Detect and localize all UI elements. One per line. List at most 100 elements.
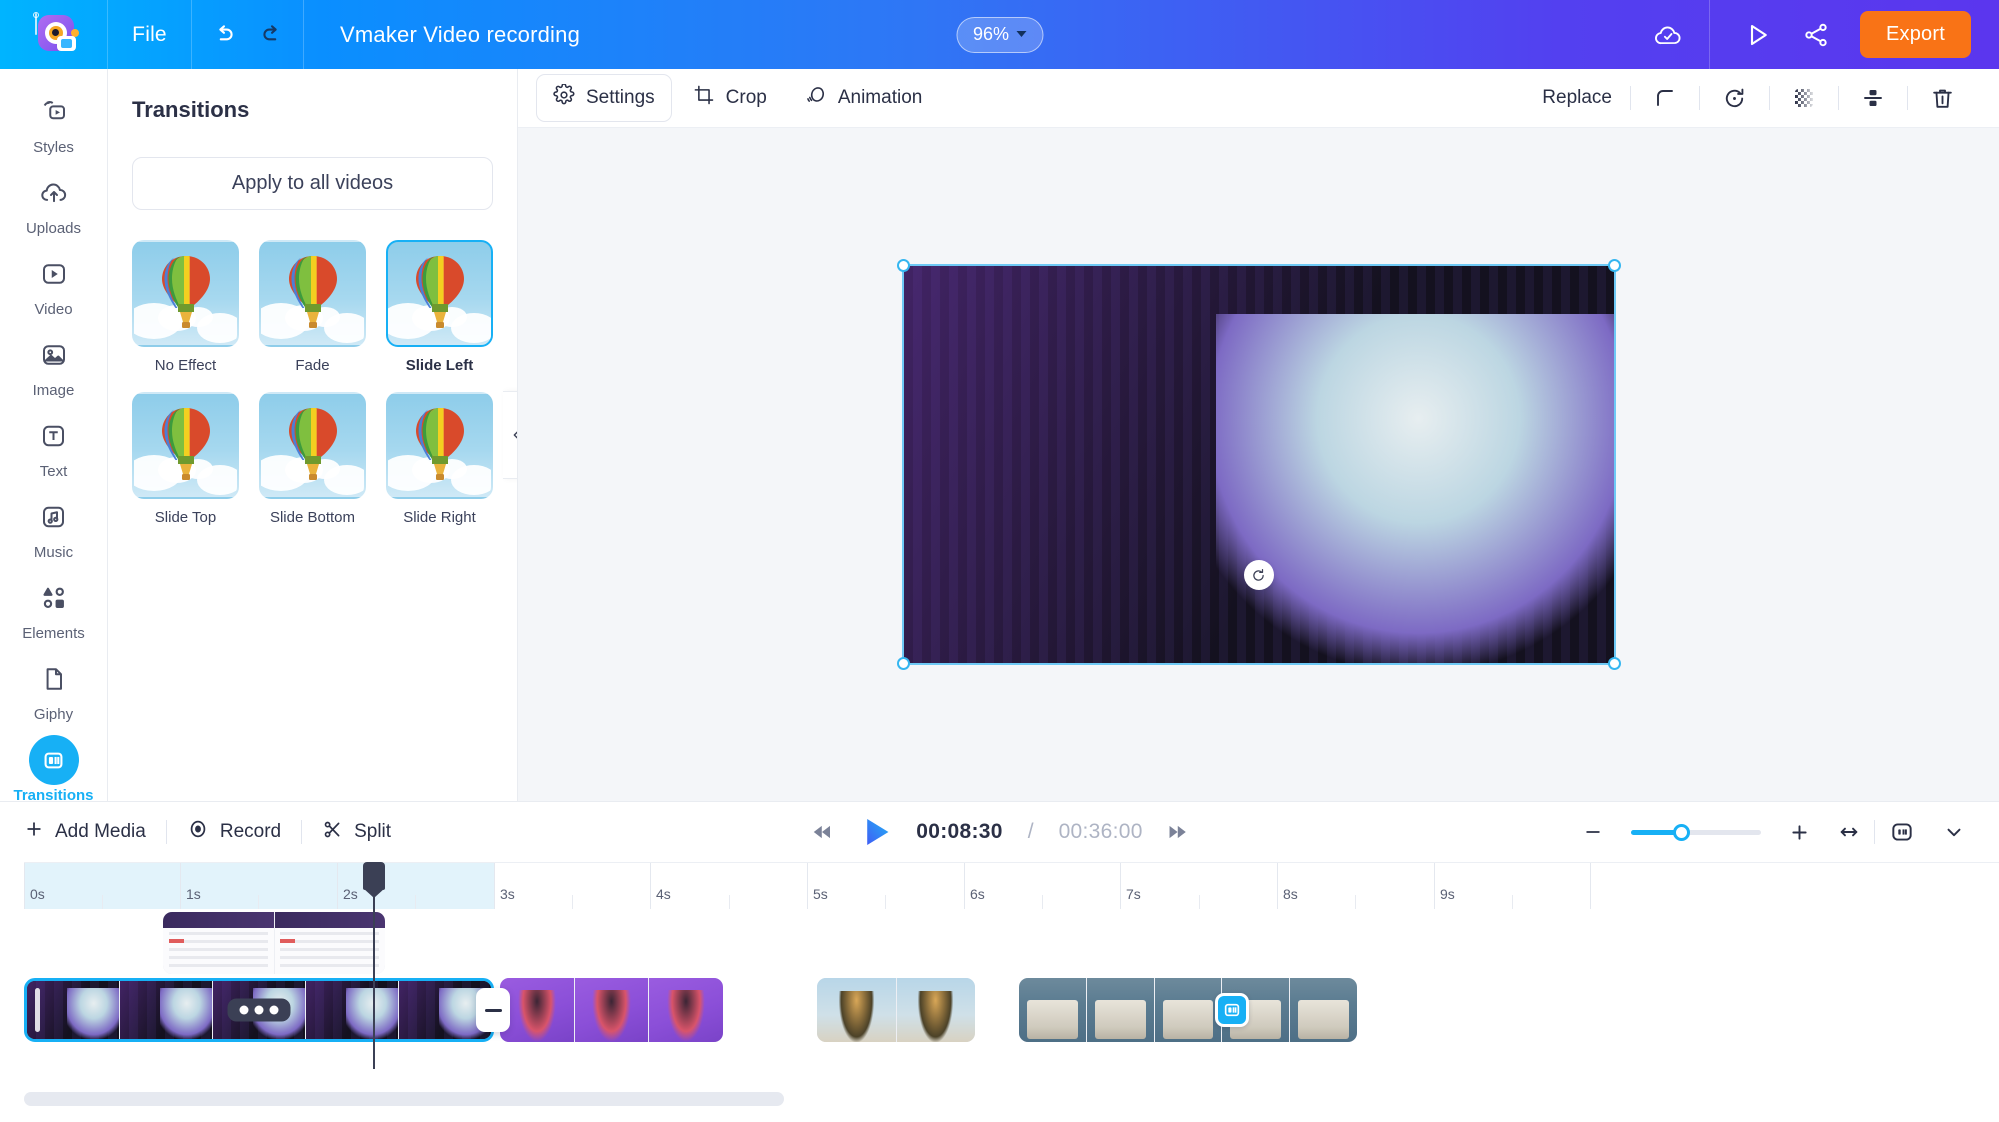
zoom-out-button[interactable] [1569, 822, 1617, 842]
redo-icon[interactable] [259, 22, 285, 48]
timeline-controls: Add Media Record Split 00:08:30 / 00:36:… [0, 802, 1999, 862]
transition-card-slide-right[interactable]: Slide Right [386, 392, 493, 526]
editor-stage: Settings Crop Animation Replace [518, 69, 1999, 801]
file-menu-button[interactable]: File [108, 0, 192, 69]
timeline-collapse-button[interactable] [1929, 821, 1979, 843]
resize-handle-bottom-right[interactable] [1607, 657, 1621, 670]
sidebar-item-uploads[interactable]: Uploads [0, 172, 107, 237]
selected-video-element[interactable] [896, 259, 1621, 670]
timeline-actions: Add Media Record Split [24, 818, 411, 846]
undo-icon[interactable] [211, 22, 237, 48]
ruler-tick-label: 3s [500, 886, 515, 902]
skip-back-icon[interactable] [808, 819, 834, 845]
scrollbar-thumb[interactable] [24, 1092, 784, 1106]
sidebar-item-transitions[interactable]: Transitions [0, 735, 107, 801]
crop-icon [693, 84, 715, 112]
timeline-clip-purple[interactable] [500, 978, 723, 1042]
transition-card-fade[interactable]: Fade [259, 240, 366, 374]
trash-icon[interactable] [1908, 86, 1977, 111]
record-label: Record [219, 821, 282, 842]
rotate-handle-icon[interactable] [1243, 560, 1274, 590]
sidebar-item-label: Video [34, 301, 73, 318]
clip-transition-badge[interactable] [1215, 993, 1249, 1027]
timeline-tracks [24, 908, 1999, 1092]
add-media-button[interactable]: Add Media [24, 819, 166, 845]
text-icon [39, 415, 69, 457]
panel-collapse-button[interactable] [503, 391, 517, 479]
scissors-icon [322, 819, 343, 846]
cloud-saved-icon[interactable] [1653, 20, 1683, 50]
sidebar-item-label: Styles [33, 139, 74, 156]
hot-air-balloon-icon [156, 406, 216, 495]
transition-card-slide-bottom[interactable]: Slide Bottom [259, 392, 366, 526]
resize-handle-top-left[interactable] [896, 259, 910, 272]
resize-handle-top-right[interactable] [1607, 259, 1621, 272]
timeline-playhead[interactable] [363, 862, 385, 1069]
clip-trim-handle-left[interactable] [35, 988, 40, 1032]
share-icon[interactable] [1802, 21, 1830, 49]
sidebar-item-music[interactable]: Music [0, 496, 107, 561]
timeline-ruler[interactable]: 0s 1s 2s 3s 4s 5s 6s 7s 8s 9s [24, 862, 1999, 909]
resize-handle-bottom-left[interactable] [896, 657, 910, 670]
timeline-zoom-slider[interactable] [1631, 823, 1761, 841]
replace-button[interactable]: Replace [1524, 87, 1630, 109]
transition-toggle-button[interactable] [1875, 819, 1929, 845]
transition-name: Slide Bottom [269, 509, 356, 526]
opacity-checker-icon[interactable] [1770, 86, 1838, 110]
zoom-level-dropdown[interactable]: 96% [955, 16, 1044, 53]
remove-transition-button[interactable] [476, 988, 510, 1032]
split-button[interactable]: Split [302, 819, 411, 846]
total-time: 00:36:00 [1058, 820, 1143, 843]
panel-title: Transitions [132, 97, 250, 122]
timeline-horizontal-scrollbar[interactable] [24, 1092, 1975, 1114]
transitions-icon [28, 735, 79, 785]
rotate-icon[interactable] [1700, 86, 1769, 111]
record-button[interactable]: Record [167, 818, 301, 846]
settings-tab[interactable]: Settings [536, 74, 672, 122]
crop-tab[interactable]: Crop [676, 74, 784, 122]
animation-tab[interactable]: Animation [788, 74, 940, 122]
add-media-label: Add Media [55, 821, 146, 842]
zoom-level-value: 96% [972, 23, 1010, 44]
play-icon[interactable] [856, 813, 894, 851]
timeline-zoom-controls [1569, 819, 1979, 845]
document-title[interactable]: Vmaker Video recording [304, 22, 580, 48]
timeline-clip-studio[interactable] [24, 978, 494, 1042]
hot-air-balloon-icon [156, 254, 216, 343]
fit-to-width-icon[interactable] [1824, 821, 1874, 843]
hot-air-balloon-icon [410, 406, 470, 495]
play-preview-icon[interactable] [1742, 20, 1772, 50]
ruler-tick-label: 0s [30, 886, 45, 902]
zoom-slider-knob[interactable] [1673, 823, 1690, 841]
ruler-tick-label: 1s [186, 886, 201, 902]
sidebar-item-giphy[interactable]: Giphy [0, 658, 107, 723]
align-vertical-icon[interactable] [1839, 86, 1907, 110]
timeline-clip-news[interactable] [1019, 978, 1357, 1042]
app-logo[interactable] [0, 0, 108, 69]
playhead-grip[interactable] [363, 862, 385, 898]
transitions-panel: Transitions Apply to all videos No Effec… [108, 69, 518, 801]
skip-forward-icon[interactable] [1165, 819, 1191, 845]
zoom-in-button[interactable] [1775, 822, 1824, 843]
timeline-clip-screen[interactable] [163, 912, 385, 974]
export-button[interactable]: Export [1859, 11, 1971, 58]
corner-radius-icon[interactable] [1631, 86, 1699, 110]
ruler-tick-label: 8s [1283, 886, 1298, 902]
sidebar-item-text[interactable]: Text [0, 415, 107, 480]
ruler-highlight-range [24, 863, 494, 909]
playback-controls: 00:08:30 / 00:36:00 [808, 813, 1190, 851]
cloud-upload-icon [39, 172, 69, 214]
transition-card-slide-left[interactable]: Slide Left [386, 240, 493, 374]
transition-thumbnail [259, 392, 366, 499]
sidebar-item-video[interactable]: Video [0, 253, 107, 318]
sidebar-item-elements[interactable]: Elements [0, 577, 107, 642]
clip-more-options-button[interactable] [227, 998, 291, 1022]
chevron-left-icon [513, 430, 517, 440]
transition-thumbnail [386, 392, 493, 499]
apply-to-all-videos-button[interactable]: Apply to all videos [132, 157, 493, 210]
sidebar-item-styles[interactable]: Styles [0, 91, 107, 156]
sidebar-item-image[interactable]: Image [0, 334, 107, 399]
transition-card-no-effect[interactable]: No Effect [132, 240, 239, 374]
timeline-clip-desert[interactable] [817, 978, 975, 1042]
transition-card-slide-top[interactable]: Slide Top [132, 392, 239, 526]
